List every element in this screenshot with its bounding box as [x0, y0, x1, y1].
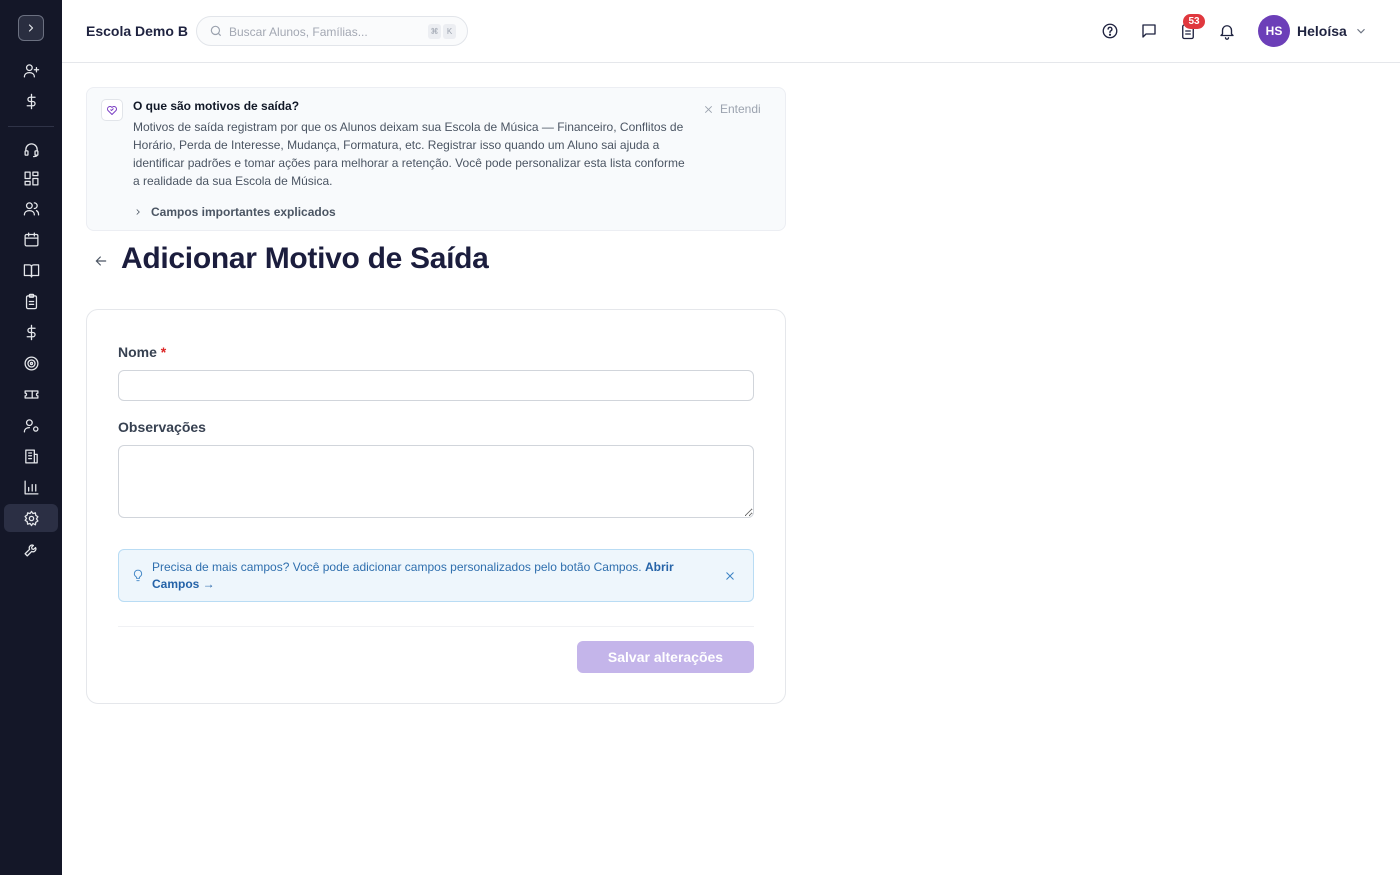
chevron-right-icon — [28, 24, 34, 32]
sidebar-item-settings[interactable] — [4, 504, 58, 532]
bell-icon — [1220, 25, 1234, 40]
save-button[interactable]: Salvar alterações — [577, 641, 754, 673]
target-icon — [23, 355, 39, 371]
dashboard-icon — [23, 170, 39, 186]
sidebar-item-payment[interactable] — [4, 87, 58, 115]
sidebar-item-tasks[interactable] — [4, 287, 58, 315]
message-square-icon — [1142, 24, 1156, 38]
info-body: Motivos de saída registram por que os Al… — [133, 120, 685, 188]
form-card: Nome * Observações Precisa de mais campo… — [86, 309, 786, 704]
user-gear-icon — [23, 418, 39, 433]
bar-chart-icon — [23, 479, 39, 495]
search-box[interactable]: ⌘ K — [196, 16, 468, 46]
sidebar-item-goals[interactable] — [4, 349, 58, 377]
back-button[interactable] — [91, 251, 111, 271]
name-field-label: Nome * — [118, 344, 166, 360]
notifications-button[interactable] — [1216, 20, 1238, 42]
info-expand-label: Campos importantes explicados — [151, 205, 336, 219]
hint-text-block: Precisa de mais campos? Você pode adicio… — [152, 559, 712, 593]
chevron-right-icon — [136, 209, 140, 215]
top-bar: Escola Demo B ⌘ K 53 HS Heloísa — [62, 0, 1400, 63]
sidebar-item-support[interactable] — [4, 135, 58, 163]
search-input[interactable] — [229, 22, 419, 42]
form-divider — [118, 626, 754, 627]
info-title: O que são motivos de saída? — [133, 99, 300, 113]
school-name: Escola Demo B — [86, 23, 188, 39]
sidebar-item-locations[interactable] — [4, 442, 58, 470]
user-name[interactable]: Heloísa — [1297, 23, 1347, 39]
building-icon — [24, 448, 38, 464]
help-button[interactable] — [1099, 20, 1121, 42]
wrench-icon — [23, 544, 36, 557]
info-expand-toggle[interactable]: Campos importantes explicados — [133, 205, 336, 219]
sidebar-item-calendar[interactable] — [4, 225, 58, 253]
shortcut-key-k: K — [443, 24, 456, 39]
sidebar-item-students[interactable] — [4, 194, 58, 222]
required-mark: * — [160, 344, 167, 360]
name-label-text: Nome — [118, 344, 157, 360]
sidebar-item-courses[interactable] — [4, 256, 58, 284]
user-plus-icon — [23, 63, 39, 78]
sidebar-divider — [8, 126, 54, 127]
info-dismiss-button[interactable]: Entendi — [703, 102, 761, 116]
tasks-count-badge: 53 — [1183, 14, 1205, 29]
hint-close-button[interactable] — [722, 568, 738, 584]
calendar-icon — [23, 231, 39, 247]
search-icon — [209, 24, 223, 43]
info-card: O que são motivos de saída? Motivos de s… — [86, 87, 786, 231]
ticket-icon — [23, 389, 39, 399]
notes-field-label: Observações — [118, 419, 206, 435]
page-title: Adicionar Motivo de Saída — [121, 242, 489, 275]
hint-text: Precisa de mais campos? Você pode adicio… — [152, 560, 642, 574]
dollar-icon — [26, 93, 36, 109]
settings-icon — [23, 510, 39, 526]
sidebar-item-reports[interactable] — [4, 473, 58, 501]
sidebar-item-user-settings[interactable] — [4, 411, 58, 439]
sidebar-item-add-student[interactable] — [4, 56, 58, 84]
info-dismiss-label: Entendi — [720, 102, 761, 116]
sidebar-item-dashboard[interactable] — [4, 164, 58, 192]
messages-button[interactable] — [1138, 20, 1160, 42]
lightbulb-icon — [132, 569, 144, 588]
sidebar — [0, 0, 62, 875]
user-menu-toggle[interactable] — [1354, 24, 1368, 43]
sidebar-item-finance[interactable] — [4, 318, 58, 346]
dollar-icon — [26, 324, 36, 340]
shortcut-key-cmd: ⌘ — [428, 24, 441, 39]
close-icon — [704, 105, 713, 113]
sidebar-toggle-button[interactable] — [18, 15, 44, 41]
arrow-left-icon — [95, 256, 107, 266]
user-avatar[interactable]: HS — [1258, 15, 1290, 47]
sidebar-item-tools[interactable] — [4, 535, 58, 563]
clipboard-icon — [25, 293, 37, 309]
close-icon — [726, 572, 734, 580]
notes-textarea[interactable] — [118, 445, 754, 518]
heart-icon — [101, 99, 123, 121]
book-open-icon — [23, 263, 39, 278]
name-input[interactable] — [118, 370, 754, 401]
sidebar-item-tickets[interactable] — [4, 380, 58, 408]
help-circle-icon — [1102, 23, 1118, 39]
users-icon — [23, 201, 39, 216]
custom-fields-hint: Precisa de mais campos? Você pode adicio… — [118, 549, 754, 602]
chevron-down-icon — [1357, 28, 1365, 34]
headset-icon — [23, 142, 39, 157]
